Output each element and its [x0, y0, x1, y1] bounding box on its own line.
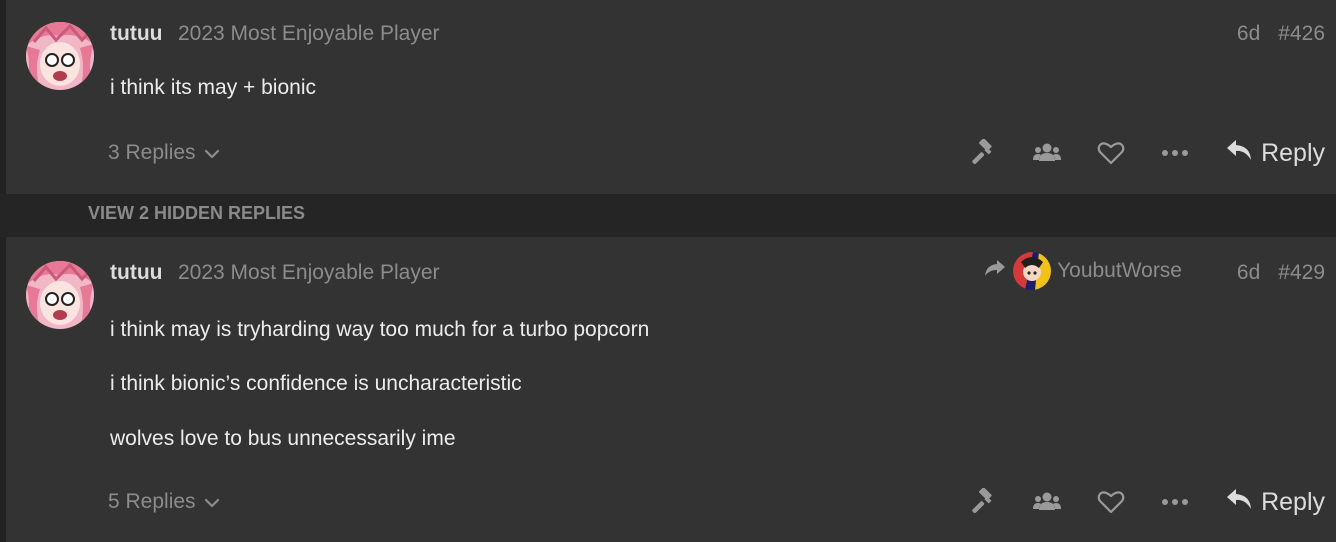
post-426: tutuu 2023 Most Enjoyable Player 6d #426 … [6, 0, 1336, 194]
post-number[interactable]: #429 [1278, 261, 1325, 284]
heart-icon[interactable] [1097, 139, 1125, 167]
share-arrow-icon [983, 258, 1007, 284]
post-429: tutuu 2023 Most Enjoyable Player YoubutW… [6, 237, 1336, 542]
ellipsis-icon[interactable] [1161, 488, 1189, 516]
post-body-line: i think its may + bionic [110, 76, 317, 99]
chevron-down-icon [204, 490, 220, 514]
chevron-down-icon [204, 141, 220, 165]
post-actions: Reply [969, 485, 1325, 519]
user-title: 2023 Most Enjoyable Player [178, 261, 440, 284]
reply-label: Reply [1261, 487, 1325, 516]
reply-to-username: YoubutWorse [1057, 259, 1182, 282]
reply-to-indicator[interactable]: YoubutWorse [983, 252, 1182, 290]
post-number[interactable]: #426 [1278, 22, 1325, 45]
gavel-icon[interactable] [969, 139, 997, 167]
reply-to-avatar [1013, 252, 1052, 290]
post-body-line: i think bionic’s confidence is uncharact… [110, 372, 522, 395]
username[interactable]: tutuu [110, 22, 162, 46]
user-avatar[interactable] [26, 22, 94, 90]
reply-arrow-icon [1225, 138, 1253, 169]
post-meta: 6d #426 [1237, 22, 1325, 46]
replies-count: 5 Replies [108, 490, 196, 513]
user-title: 2023 Most Enjoyable Player [178, 22, 440, 45]
post-meta: 6d #429 [1237, 261, 1325, 285]
post-body-line: i think may is tryharding way too much f… [110, 318, 650, 341]
heart-icon[interactable] [1097, 488, 1125, 516]
reply-label: Reply [1261, 138, 1325, 167]
post-actions: Reply [969, 136, 1325, 170]
reply-button[interactable]: Reply [1225, 487, 1325, 518]
replies-toggle[interactable]: 3 Replies [108, 141, 220, 165]
replies-count: 3 Replies [108, 141, 196, 164]
post-age[interactable]: 6d [1237, 22, 1260, 45]
replies-toggle[interactable]: 5 Replies [108, 490, 220, 514]
ellipsis-icon[interactable] [1161, 139, 1189, 167]
users-icon[interactable] [1033, 139, 1062, 167]
gavel-icon[interactable] [969, 488, 997, 516]
username[interactable]: tutuu [110, 261, 162, 285]
post-age[interactable]: 6d [1237, 261, 1260, 284]
reply-button[interactable]: Reply [1225, 138, 1325, 169]
users-icon[interactable] [1033, 488, 1062, 516]
reply-arrow-icon [1225, 487, 1253, 518]
user-avatar[interactable] [26, 261, 94, 329]
post-body-line: wolves love to bus unnecessarily ime [110, 427, 456, 450]
view-hidden-replies-link[interactable]: VIEW 2 HIDDEN REPLIES [88, 203, 305, 224]
